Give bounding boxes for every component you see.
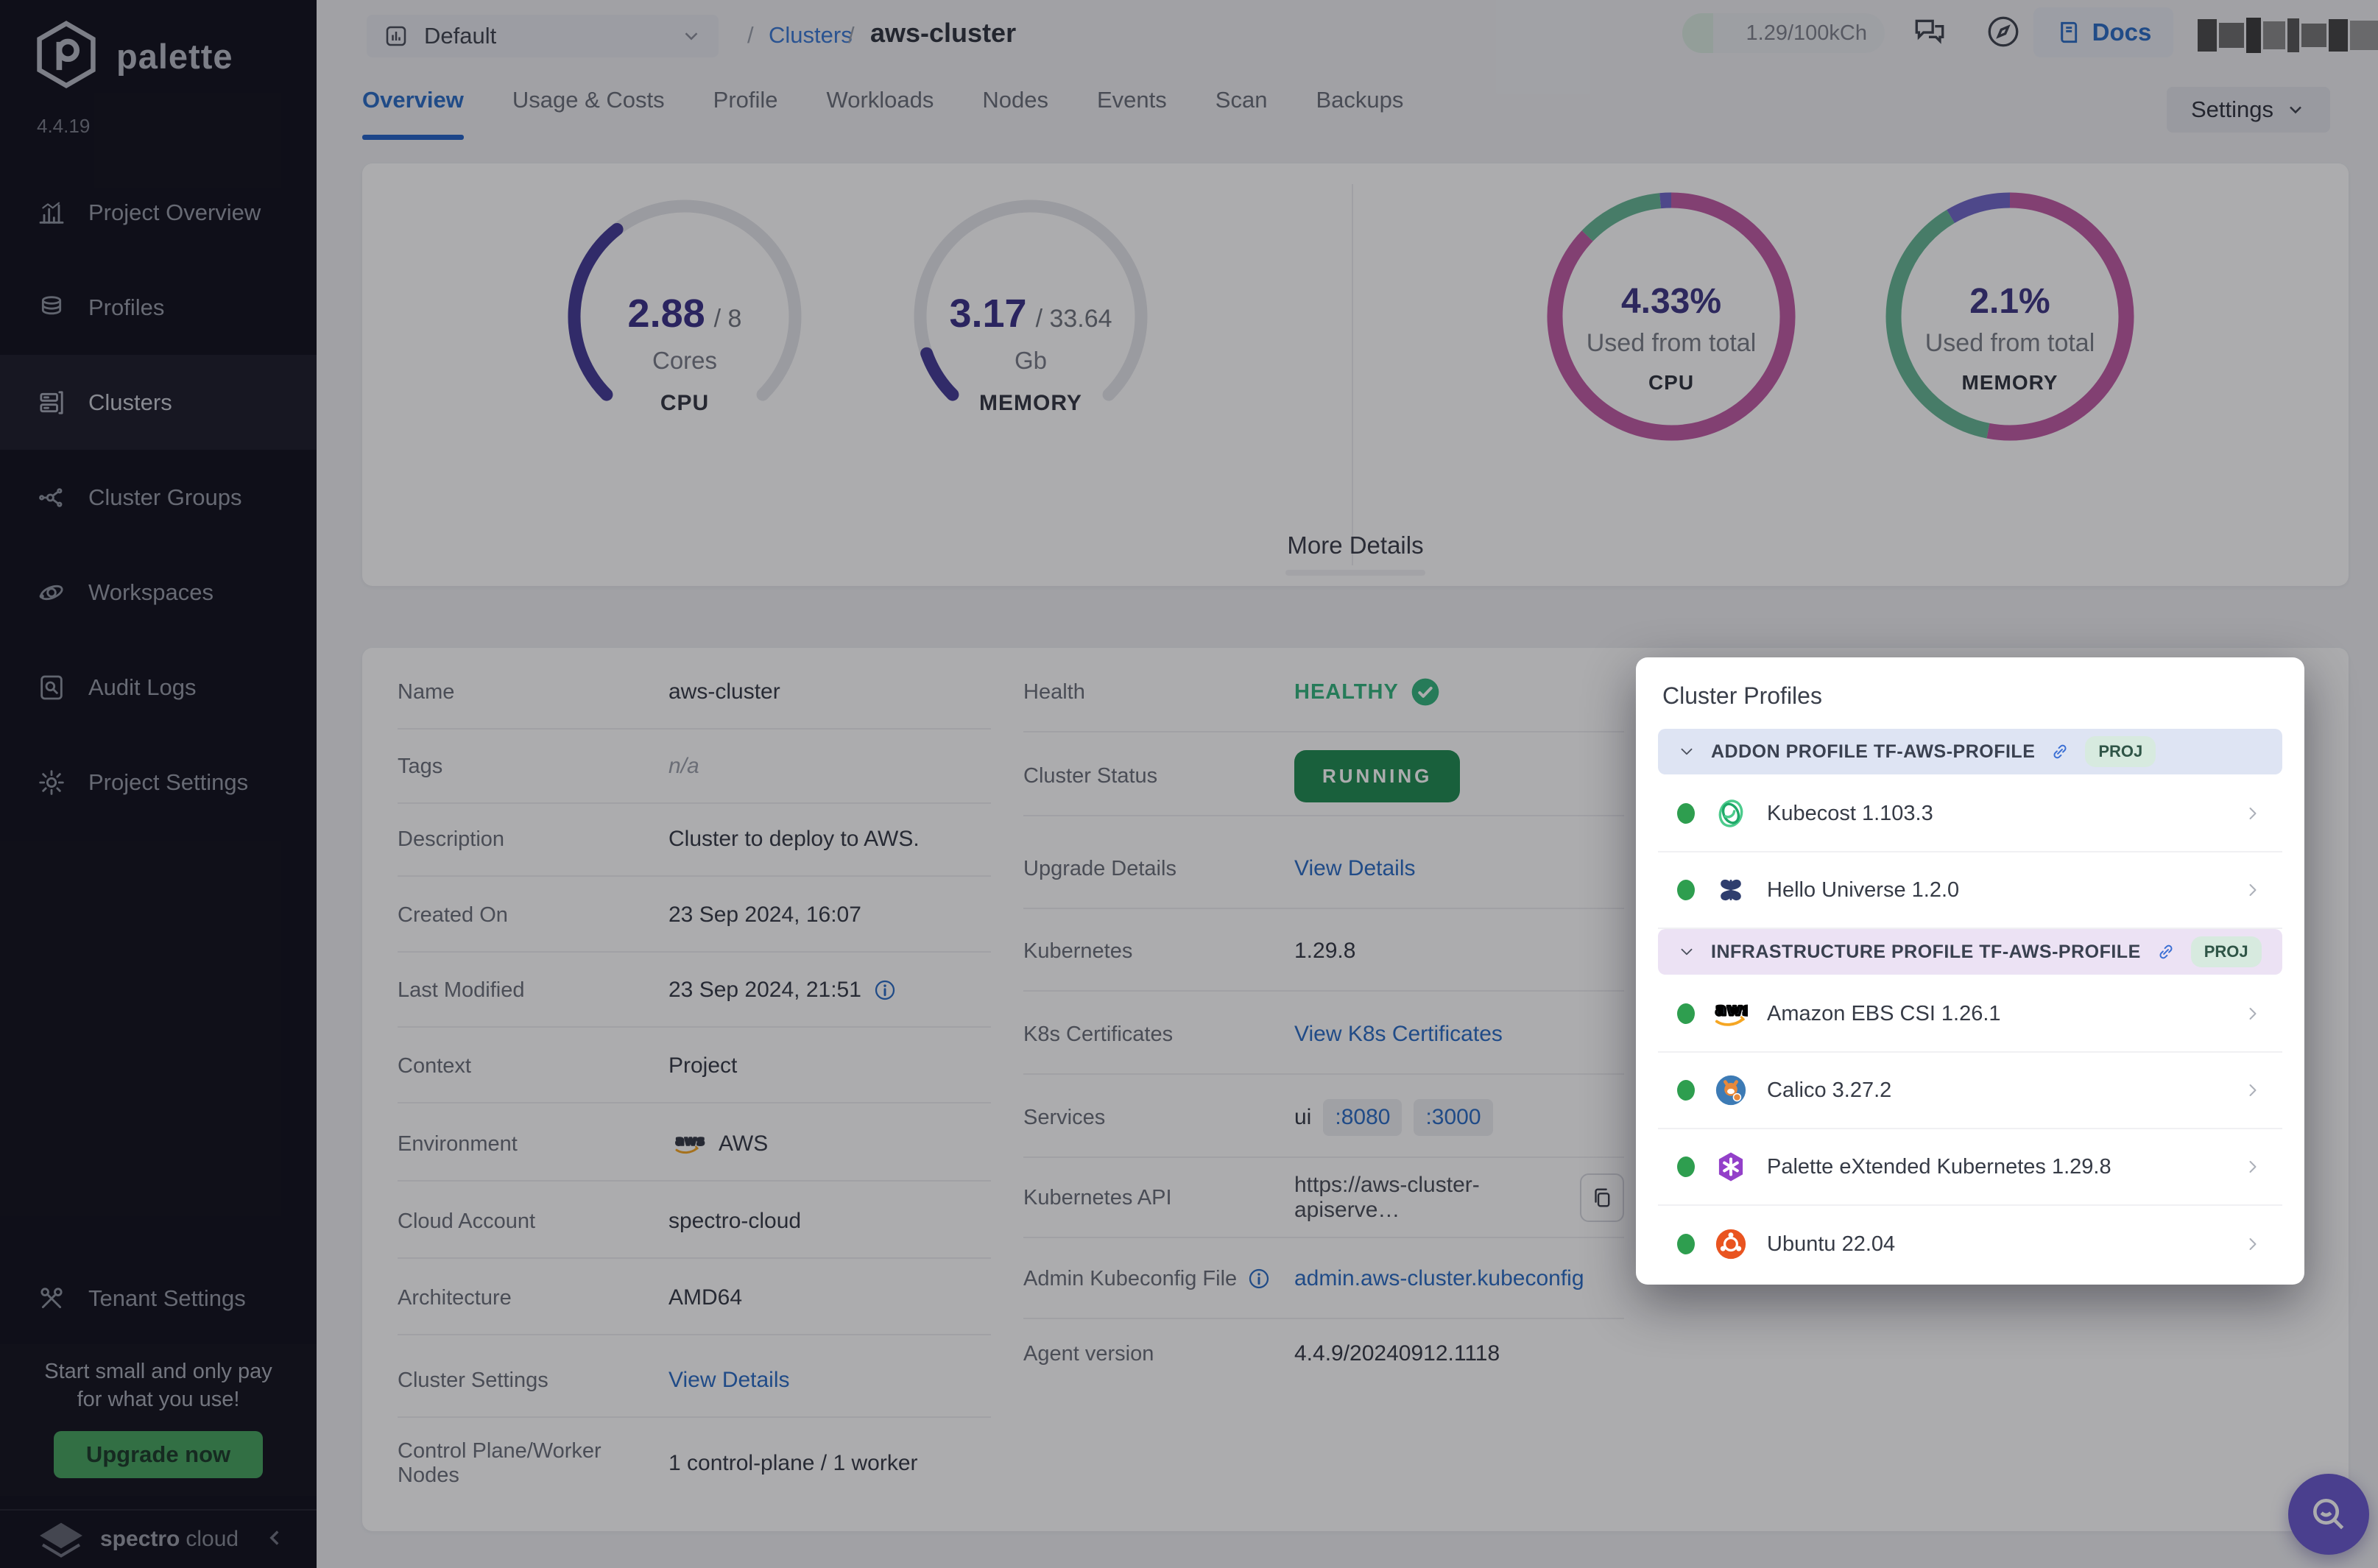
profile-section-title: ADDON PROFILE TF-AWS-PROFILE [1711,741,2035,763]
profile-section-title: INFRASTRUCTURE PROFILE TF-AWS-PROFILE [1711,942,2141,963]
chevron-down-icon [1677,942,1696,961]
profile-pack-palette-extended-kubernetes-1-29-8[interactable]: Palette eXtended Kubernetes 1.29.8 [1658,1129,2282,1206]
chevron-down-icon [1677,742,1696,761]
chevron-right-icon [2243,880,2263,900]
chevron-right-icon [2243,1234,2263,1254]
aws-icon: aws [1714,997,1748,1031]
cluster-profiles-title: Cluster Profiles [1662,682,2282,710]
profile-section-header-addon[interactable]: ADDON PROFILE TF-AWS-PROFILE PROJ [1658,729,2282,774]
profile-pack-hello-universe-1-2-0[interactable]: Hello Universe 1.2.0 [1658,852,2282,929]
profile-pack-amazon-ebs-csi-1-26-1[interactable]: aws Amazon EBS CSI 1.26.1 [1658,976,2282,1053]
pack-name: Hello Universe 1.2.0 [1767,878,1959,903]
scope-badge: PROJ [2085,736,2156,767]
pack-name: Calico 3.27.2 [1767,1078,1891,1103]
status-dot [1677,880,1695,900]
calico-icon [1714,1073,1748,1107]
scope-badge: PROJ [2191,936,2262,967]
pack-name: Kubecost 1.103.3 [1767,802,1933,826]
status-dot [1677,803,1695,824]
link-icon [2050,741,2070,762]
chevron-right-icon [2243,1080,2263,1101]
status-dot [1677,1234,1695,1254]
profile-section-header-infrastructure[interactable]: INFRASTRUCTURE PROFILE TF-AWS-PROFILE PRO… [1658,929,2282,975]
ubuntu-icon [1714,1227,1748,1261]
pack-name: Ubuntu 22.04 [1767,1232,1895,1257]
cluster-profiles-panel: Cluster Profiles ADDON PROFILE TF-AWS-PR… [1636,657,2304,1285]
chevron-right-icon [2243,803,2263,824]
status-dot [1677,1003,1695,1024]
svg-text:aws: aws [1715,1000,1748,1020]
chevron-right-icon [2243,1156,2263,1177]
pxk-icon [1714,1150,1748,1184]
status-dot [1677,1080,1695,1101]
profile-pack-ubuntu-22-04[interactable]: Ubuntu 22.04 [1658,1206,2282,1282]
palette-app: palette 4.4.19 Project OverviewProfilesC… [0,0,2378,1568]
chevron-right-icon [2243,1003,2263,1024]
hello-universe-icon [1714,873,1748,907]
kubecost-icon [1714,797,1748,830]
profile-pack-kubecost-1-103-3[interactable]: Kubecost 1.103.3 [1658,776,2282,852]
pack-name: Amazon EBS CSI 1.26.1 [1767,1002,2001,1026]
pack-name: Palette eXtended Kubernetes 1.29.8 [1767,1155,2111,1179]
profile-pack-calico-3-27-2[interactable]: Calico 3.27.2 [1658,1053,2282,1129]
link-icon [2156,942,2176,962]
status-dot [1677,1156,1695,1177]
cluster-profiles-sections: ADDON PROFILE TF-AWS-PROFILE PROJ Kubecost… [1658,729,2282,1282]
